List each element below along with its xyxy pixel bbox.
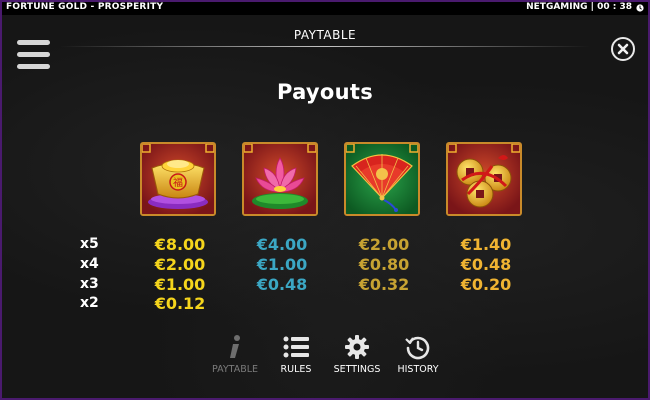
- lotus-symbol: [242, 142, 318, 216]
- payout-value: €1.40: [460, 235, 512, 254]
- payout-value: €4.00: [256, 235, 308, 254]
- brand-time: NETGAMING | 00 : 38: [526, 0, 644, 15]
- multiplier-x3: x3: [80, 276, 99, 292]
- payout-value: €0.20: [460, 275, 512, 294]
- brand-time-text: NETGAMING | 00 : 38: [526, 2, 632, 12]
- payout-value: €0.80: [358, 255, 410, 274]
- list-icon: [283, 336, 309, 358]
- history-icon: [405, 336, 430, 360]
- nav-rules-label: RULES: [280, 364, 312, 375]
- payout-value: €0.48: [460, 255, 512, 274]
- payout-value: €2.00: [358, 235, 410, 254]
- header-divider: [60, 46, 590, 47]
- game-title: FORTUNE GOLD - PROSPERITY: [6, 2, 164, 12]
- payout-value: €0.12: [154, 294, 206, 313]
- nav-history-label: HISTORY: [397, 364, 439, 375]
- nav-settings[interactable]: SETTINGS: [322, 333, 392, 375]
- nav-paytable-label: PAYTABLE: [211, 364, 259, 375]
- multiplier-x5: x5: [80, 236, 99, 252]
- payout-value: €8.00: [154, 235, 206, 254]
- payout-value: €1.00: [154, 275, 206, 294]
- gold-ingot-symbol: 福: [140, 142, 216, 216]
- nav-rules[interactable]: RULES: [261, 333, 331, 375]
- nav-paytable[interactable]: PAYTABLE: [200, 333, 270, 375]
- fan-symbol: [344, 142, 420, 216]
- page-title: Payouts: [276, 80, 374, 104]
- close-icon[interactable]: [611, 37, 635, 61]
- top-bar: FORTUNE GOLD - PROSPERITY NETGAMING | 00…: [0, 0, 650, 15]
- payout-value: €2.00: [154, 255, 206, 274]
- multiplier-x2: x2: [80, 295, 99, 311]
- payout-value: €0.32: [358, 275, 410, 294]
- payout-value: €1.00: [256, 255, 308, 274]
- payout-value: €0.48: [256, 275, 308, 294]
- coins-symbol: [446, 142, 522, 216]
- nav-history[interactable]: HISTORY: [383, 333, 453, 375]
- menu-icon[interactable]: [17, 40, 50, 72]
- fu-character: 福: [173, 176, 183, 189]
- clock-icon: [636, 3, 644, 12]
- nav-settings-label: SETTINGS: [333, 364, 381, 375]
- header-title: PAYTABLE: [293, 28, 357, 42]
- multiplier-x4: x4: [80, 256, 99, 272]
- info-icon: [230, 335, 240, 358]
- gear-icon: [345, 335, 369, 359]
